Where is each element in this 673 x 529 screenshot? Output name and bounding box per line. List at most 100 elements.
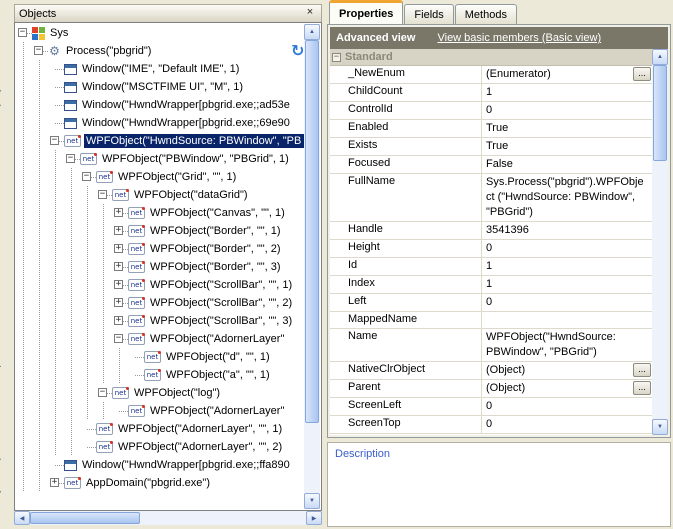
tree-item[interactable]: +netAppDomain("pbgrid.exe")	[16, 474, 304, 492]
tree-item[interactable]: Window("MSCTFIME UI", "M", 1)	[16, 78, 304, 96]
ellipsis-button[interactable]: ...	[633, 381, 651, 395]
ellipsis-button[interactable]: ...	[633, 67, 651, 81]
tree-item[interactable]: netWPFObject("d", "", 1)	[16, 348, 304, 366]
tree-item-label[interactable]: WPFObject("AdornerLayer", "", 1)	[116, 422, 284, 436]
expand-icon[interactable]: +	[114, 208, 123, 217]
tree-scrollbar-thumb[interactable]	[305, 40, 319, 423]
scroll-down-icon[interactable]: ▼	[652, 419, 668, 435]
tree-item-label[interactable]: Window("MSCTFIME UI", "M", 1)	[80, 80, 245, 94]
tree-item-label[interactable]: WPFObject("AdornerLayer", "", 2)	[116, 440, 284, 454]
tree-item-label[interactable]: WPFObject("ScrollBar", "", 1)	[148, 278, 294, 292]
tree-item[interactable]: +netWPFObject("Border", "", 1)	[16, 222, 304, 240]
tree-item[interactable]: −netWPFObject("HwndSource: PBWindow", "P…	[16, 132, 304, 150]
ellipsis-button[interactable]: ...	[633, 363, 651, 377]
tree-item-label[interactable]: WPFObject("AdornerLayer"	[148, 404, 286, 418]
property-row[interactable]: FocusedFalse	[330, 156, 652, 174]
tree-item[interactable]: netWPFObject("AdornerLayer"	[16, 402, 304, 420]
tree-item[interactable]: netWPFObject("AdornerLayer", "", 2)	[16, 438, 304, 456]
tree-item[interactable]: −netWPFObject("log")	[16, 384, 304, 402]
property-row[interactable]: _NewEnum(Enumerator)...	[330, 66, 652, 84]
tree-item-label[interactable]: WPFObject("dataGrid")	[132, 188, 250, 202]
tree-item[interactable]: Window("HwndWrapper[pbgrid.exe;;ffa890	[16, 456, 304, 474]
collapse-icon[interactable]: −	[332, 53, 341, 62]
tree-item-label[interactable]: Window("HwndWrapper[pbgrid.exe;;69e90	[80, 116, 292, 130]
tree-item[interactable]: netWPFObject("a", "", 1)	[16, 366, 304, 384]
collapse-icon[interactable]: −	[114, 334, 123, 343]
close-icon[interactable]: ×	[303, 7, 317, 20]
grid-vertical-scrollbar[interactable]: ▲ ▼	[652, 49, 668, 435]
collapse-icon[interactable]: −	[66, 154, 75, 163]
expand-icon[interactable]: +	[114, 280, 123, 289]
scroll-down-icon[interactable]: ▼	[304, 493, 320, 509]
tree-vertical-scrollbar[interactable]: ▲ ▼	[304, 24, 320, 509]
expand-icon[interactable]: +	[114, 244, 123, 253]
tree-item-label[interactable]: WPFObject("a", "", 1)	[164, 368, 272, 382]
tree-item-label[interactable]: WPFObject("Border", "", 2)	[148, 242, 283, 256]
tree-item-label[interactable]: Window("HwndWrapper[pbgrid.exe;;ffa890	[80, 458, 292, 472]
expand-icon[interactable]: +	[50, 478, 59, 487]
collapse-icon[interactable]: −	[34, 46, 43, 55]
property-row[interactable]: ScreenTop0	[330, 416, 652, 434]
tab-fields[interactable]: Fields	[404, 4, 453, 24]
tree-item[interactable]: −netWPFObject("Grid", "", 1)	[16, 168, 304, 186]
tree-item-label[interactable]: WPFObject("Grid", "", 1)	[116, 170, 238, 184]
tree-item-label[interactable]: AppDomain("pbgrid.exe")	[84, 476, 212, 490]
tree-item-label[interactable]: WPFObject("HwndSource: PBWindow", "PB	[84, 134, 304, 148]
tree-item-label[interactable]: Process("pbgrid")	[64, 44, 153, 58]
scroll-right-icon[interactable]: ▶	[306, 511, 322, 525]
expand-icon[interactable]: +	[114, 262, 123, 271]
collapse-icon[interactable]: −	[50, 136, 59, 145]
category-row[interactable]: − Standard	[330, 49, 652, 66]
expand-icon[interactable]: +	[114, 226, 123, 235]
collapse-icon[interactable]: −	[82, 172, 91, 181]
tree-item-label[interactable]: WPFObject("AdornerLayer"	[148, 332, 286, 346]
tab-properties[interactable]: Properties	[329, 0, 403, 24]
property-row[interactable]: Left0	[330, 294, 652, 312]
property-row[interactable]: Parent(Object)...	[330, 380, 652, 398]
property-row[interactable]: NameWPFObject("HwndSource: PBWindow", "P…	[330, 329, 652, 362]
tree-item[interactable]: −netWPFObject("PBWindow", "PBGrid", 1)	[16, 150, 304, 168]
tree-item-label[interactable]: WPFObject("ScrollBar", "", 2)	[148, 296, 294, 310]
tree-hscrollbar-thumb[interactable]	[30, 512, 140, 524]
tree-item[interactable]: Window("HwndWrapper[pbgrid.exe;;69e90	[16, 114, 304, 132]
tree-item-label[interactable]: WPFObject("PBWindow", "PBGrid", 1)	[100, 152, 291, 166]
property-row[interactable]: Index1	[330, 276, 652, 294]
tree-item-label[interactable]: WPFObject("log")	[132, 386, 222, 400]
tree-item-label[interactable]: Window("IME", "Default IME", 1)	[80, 62, 241, 76]
tree-item[interactable]: Window("HwndWrapper[pbgrid.exe;;ad53e	[16, 96, 304, 114]
property-row[interactable]: Id1	[330, 258, 652, 276]
property-row[interactable]: Height0	[330, 240, 652, 258]
expand-icon[interactable]: +	[114, 316, 123, 325]
tree-item-label[interactable]: Sys	[48, 26, 70, 40]
tree-item[interactable]: +netWPFObject("ScrollBar", "", 1)	[16, 276, 304, 294]
tree-item[interactable]: +netWPFObject("Border", "", 2)	[16, 240, 304, 258]
tab-methods[interactable]: Methods	[455, 4, 517, 24]
expand-icon[interactable]: +	[114, 298, 123, 307]
tree-item-label[interactable]: WPFObject("Border", "", 1)	[148, 224, 283, 238]
property-row[interactable]: EnabledTrue	[330, 120, 652, 138]
property-row[interactable]: MappedName	[330, 312, 652, 329]
tree-item[interactable]: −netWPFObject("AdornerLayer"	[16, 330, 304, 348]
tree-item-label[interactable]: WPFObject("Canvas", "", 1)	[148, 206, 287, 220]
tree-item-label[interactable]: WPFObject("ScrollBar", "", 3)	[148, 314, 294, 328]
property-row[interactable]: ExistsTrue	[330, 138, 652, 156]
collapse-icon[interactable]: −	[98, 190, 107, 199]
tree-item[interactable]: −Sys	[16, 24, 304, 42]
basic-view-link[interactable]: View basic members (Basic view)	[437, 32, 601, 44]
property-row[interactable]: ChildCount1	[330, 84, 652, 102]
tree-item[interactable]: +netWPFObject("Border", "", 3)	[16, 258, 304, 276]
tree-item-label[interactable]: WPFObject("Border", "", 3)	[148, 260, 283, 274]
tree-item[interactable]: +netWPFObject("Canvas", "", 1)	[16, 204, 304, 222]
scroll-left-icon[interactable]: ◀	[14, 511, 30, 525]
scroll-up-icon[interactable]: ▲	[652, 49, 668, 65]
tree-item-label[interactable]: Window("HwndWrapper[pbgrid.exe;;ad53e	[80, 98, 292, 112]
property-row[interactable]: ScreenLeft0	[330, 398, 652, 416]
property-row[interactable]: ControlId0	[330, 102, 652, 120]
collapse-icon[interactable]: −	[98, 388, 107, 397]
property-row[interactable]: NativeClrObject(Object)...	[330, 362, 652, 380]
scroll-up-icon[interactable]: ▲	[304, 24, 320, 40]
tree-item[interactable]: +netWPFObject("ScrollBar", "", 2)	[16, 294, 304, 312]
tree-item[interactable]: −netWPFObject("dataGrid")	[16, 186, 304, 204]
property-row[interactable]: FullNameSys.Process("pbgrid").WPFObject …	[330, 174, 652, 222]
tree-horizontal-scrollbar[interactable]: ◀ ▶	[14, 511, 322, 525]
